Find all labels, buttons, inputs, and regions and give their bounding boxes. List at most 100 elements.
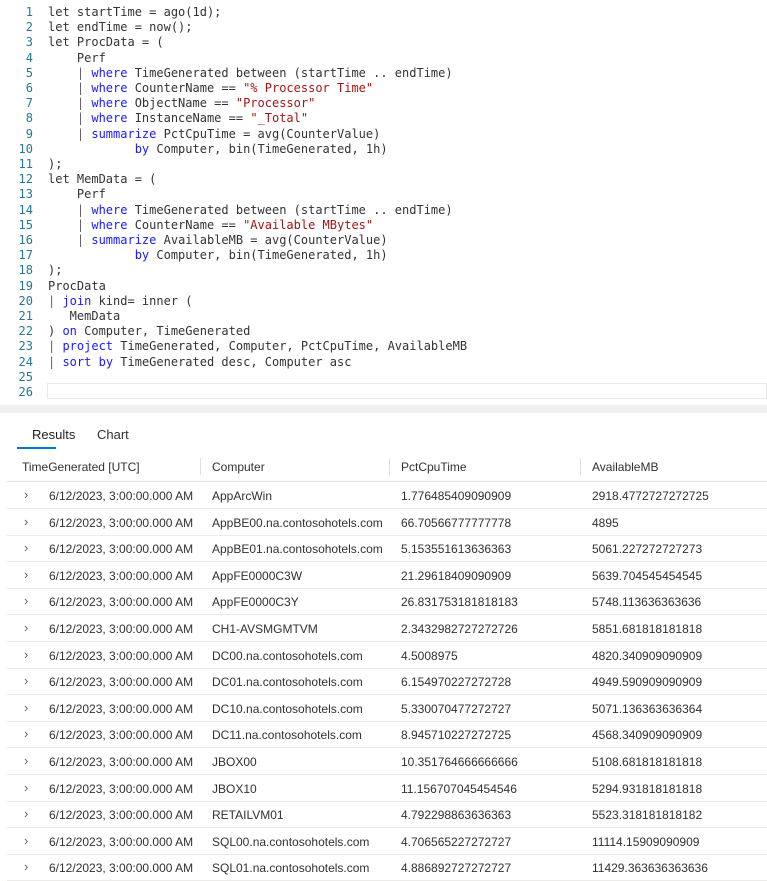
code-line[interactable]: 18); (0, 263, 767, 278)
chevron-right-icon[interactable]: › (24, 540, 28, 555)
code-line[interactable]: 1 let startTime = ago(1d); (0, 5, 767, 20)
code-line[interactable]: 21 MemData (0, 309, 767, 324)
table-row[interactable]: › 6/12/2023, 3:00:00.000 AM AppArcWin 1.776… (7, 482, 767, 509)
chevron-right-icon[interactable]: › (24, 673, 28, 688)
code-text: | where CounterName == "% Processor Time… (48, 81, 373, 96)
line-number: 20 (18, 293, 33, 308)
table-row[interactable]: › 6/12/2023, 3:00:00.000 AM RETAILVM01 4.79… (7, 801, 767, 829)
column-header-computer[interactable]: Computer (212, 460, 265, 474)
pane-splitter[interactable] (0, 405, 767, 413)
code-line[interactable]: 14 | where TimeGenerated between (startT… (0, 203, 767, 218)
code-line[interactable]: 11); (0, 157, 767, 172)
code-text: ) on Computer, TimeGenerated (48, 324, 250, 339)
code-line[interactable]: 22) on Computer, TimeGenerated (0, 324, 767, 339)
line-number: 16 (18, 233, 33, 247)
code-line[interactable]: 13 Perf (0, 187, 767, 202)
chevron-right-icon[interactable]: › (24, 700, 28, 715)
column-header-availablemb[interactable]: AvailableMB (592, 460, 658, 474)
code-token: PctCpuTime = avg(CounterValue) (156, 126, 381, 141)
code-line[interactable]: 7 | where ObjectName == "Processor" (0, 96, 767, 111)
code-text: let ProcData = ( (48, 35, 164, 50)
table-row[interactable]: › 6/12/2023, 3:00:00.000 AM DC10.na.contos… (7, 695, 767, 722)
column-header-pctcputime[interactable]: PctCpuTime (401, 460, 467, 474)
code-line[interactable]: 20 | join kind= inner ( (0, 294, 767, 309)
chevron-right-icon[interactable]: › (24, 593, 28, 608)
cell-pctcputime: 4.792298863636363 (401, 808, 512, 823)
code-line[interactable]: 12 let MemData = ( (0, 172, 767, 187)
code-line[interactable]: 17 by Computer, bin(TimeGenerated, 1h) (0, 248, 767, 263)
column-resize-handle[interactable] (580, 458, 581, 475)
tab-chart[interactable]: Chart (97, 427, 129, 442)
chevron-right-icon[interactable]: › (24, 726, 28, 741)
code-token: let startTime = ago(1d); (48, 5, 222, 19)
code-text: | join kind= inner ( (48, 294, 193, 309)
table-row[interactable]: › 6/12/2023, 3:00:00.000 AM DC01.na.contos… (7, 668, 767, 696)
code-token: TimeGenerated between (startTime .. endT… (127, 202, 453, 217)
cell-timegenerated: 6/12/2023, 3:00:00.000 AM (49, 648, 194, 663)
table-row[interactable]: › 6/12/2023, 3:00:00.000 AM AppFE0000C3W 21… (7, 562, 767, 589)
chevron-right-icon[interactable]: › (24, 833, 28, 848)
table-row[interactable]: › 6/12/2023, 3:00:00.000 AM JBOX10 11.15670… (7, 775, 767, 802)
code-line[interactable]: 10 by Computer, bin(TimeGenerated, 1h) (0, 142, 767, 157)
column-resize-handle[interactable] (389, 458, 390, 475)
chevron-right-icon[interactable]: › (24, 567, 28, 582)
table-row[interactable]: › 6/12/2023, 3:00:00.000 AM AppBE01.na.con… (7, 535, 767, 563)
table-row[interactable]: › 6/12/2023, 3:00:00.000 AM SQL01.na.conto… (7, 854, 767, 881)
chevron-right-icon[interactable]: › (24, 620, 28, 635)
code-line[interactable]: 8 | where InstanceName == "_Total" (0, 111, 767, 126)
code-token: | (48, 293, 63, 308)
code-line[interactable]: 25 (0, 370, 767, 385)
chevron-right-icon[interactable]: › (24, 514, 28, 529)
cell-pctcputime: 4.5008975 (401, 648, 458, 663)
table-row[interactable]: › 6/12/2023, 3:00:00.000 AM AppFE0000C3Y 26… (7, 588, 767, 616)
code-text: ProcData (48, 279, 106, 294)
chevron-right-icon[interactable]: › (24, 647, 28, 662)
code-text: | where CounterName == "Available MBytes… (48, 218, 373, 233)
keyword-token: where (91, 202, 128, 217)
code-token: | (48, 111, 92, 126)
code-token: Perf (48, 187, 106, 202)
table-row[interactable]: › 6/12/2023, 3:00:00.000 AM CH1-AVSMGMTVM 2… (7, 615, 767, 642)
table-row[interactable]: › 6/12/2023, 3:00:00.000 AM AppBE00.na.con… (7, 509, 767, 536)
chevron-right-icon[interactable]: › (24, 487, 28, 502)
line-number: 13 (18, 187, 33, 202)
chevron-right-icon[interactable]: › (24, 806, 28, 821)
keyword-token: where (91, 81, 128, 95)
code-line[interactable]: 2 let endTime = now(); (0, 20, 767, 35)
query-editor[interactable]: 1 let startTime = ago(1d); 2 let endTime = … (0, 0, 767, 405)
cell-timegenerated: 6/12/2023, 3:00:00.000 AM (49, 622, 194, 636)
code-line[interactable]: 15 | where CounterName == "Available MBy… (0, 218, 767, 233)
tab-results[interactable]: Results (32, 427, 75, 442)
code-line[interactable]: 5 | where TimeGenerated between (startTi… (0, 66, 767, 81)
code-line[interactable]: 9 | summarize PctCpuTime = avg(CounterVa… (0, 127, 767, 142)
column-resize-handle[interactable] (200, 458, 201, 475)
code-line[interactable]: 6 | where CounterName == "% Processor Ti… (0, 81, 767, 96)
cell-timegenerated: 6/12/2023, 3:00:00.000 AM (49, 701, 194, 716)
code-line[interactable]: 23 | project TimeGenerated, Computer, Pct… (0, 339, 767, 354)
table-row[interactable]: › 6/12/2023, 3:00:00.000 AM DC11.na.contos… (7, 721, 767, 749)
chevron-right-icon[interactable]: › (24, 859, 28, 874)
cell-pctcputime: 66.70566777777778 (401, 515, 512, 530)
cell-pctcputime: 26.831753181818183 (401, 595, 518, 610)
cell-timegenerated: 6/12/2023, 3:00:00.000 AM (49, 808, 194, 823)
cell-computer: RETAILVM01 (212, 808, 284, 823)
code-line[interactable]: 26 (0, 385, 767, 400)
cell-pctcputime: 11.156707045454546 (401, 781, 517, 796)
cell-availablemb: 11114.15909090909 (592, 834, 700, 849)
code-token: | (48, 339, 63, 354)
chevron-right-icon[interactable]: › (24, 753, 28, 768)
chevron-right-icon[interactable]: › (24, 780, 28, 795)
code-line[interactable]: 24 | sort by TimeGenerated desc, Computer… (0, 355, 767, 370)
code-token: TimeGenerated desc, Computer asc (113, 354, 352, 369)
table-row[interactable]: › 6/12/2023, 3:00:00.000 AM DC00.na.contos… (7, 642, 767, 669)
cell-pctcputime: 8.945710227272725 (401, 728, 512, 743)
table-row[interactable]: › 6/12/2023, 3:00:00.000 AM JBOX00 10.35176… (7, 748, 767, 775)
code-line[interactable]: 4 Perf (0, 51, 767, 66)
cell-pctcputime: 4.886892727272727 (401, 861, 512, 876)
code-line[interactable]: 3 let ProcData = ( (0, 35, 767, 50)
code-line[interactable]: 16 | summarize AvailableMB = avg(Counter… (0, 233, 767, 248)
column-header-timegenerated[interactable]: TimeGenerated [UTC] (22, 460, 140, 474)
code-token: CounterName == (127, 217, 244, 232)
table-row[interactable]: › 6/12/2023, 3:00:00.000 AM SQL00.na.conto… (7, 828, 767, 855)
code-line[interactable]: 19 ProcData (0, 279, 767, 294)
